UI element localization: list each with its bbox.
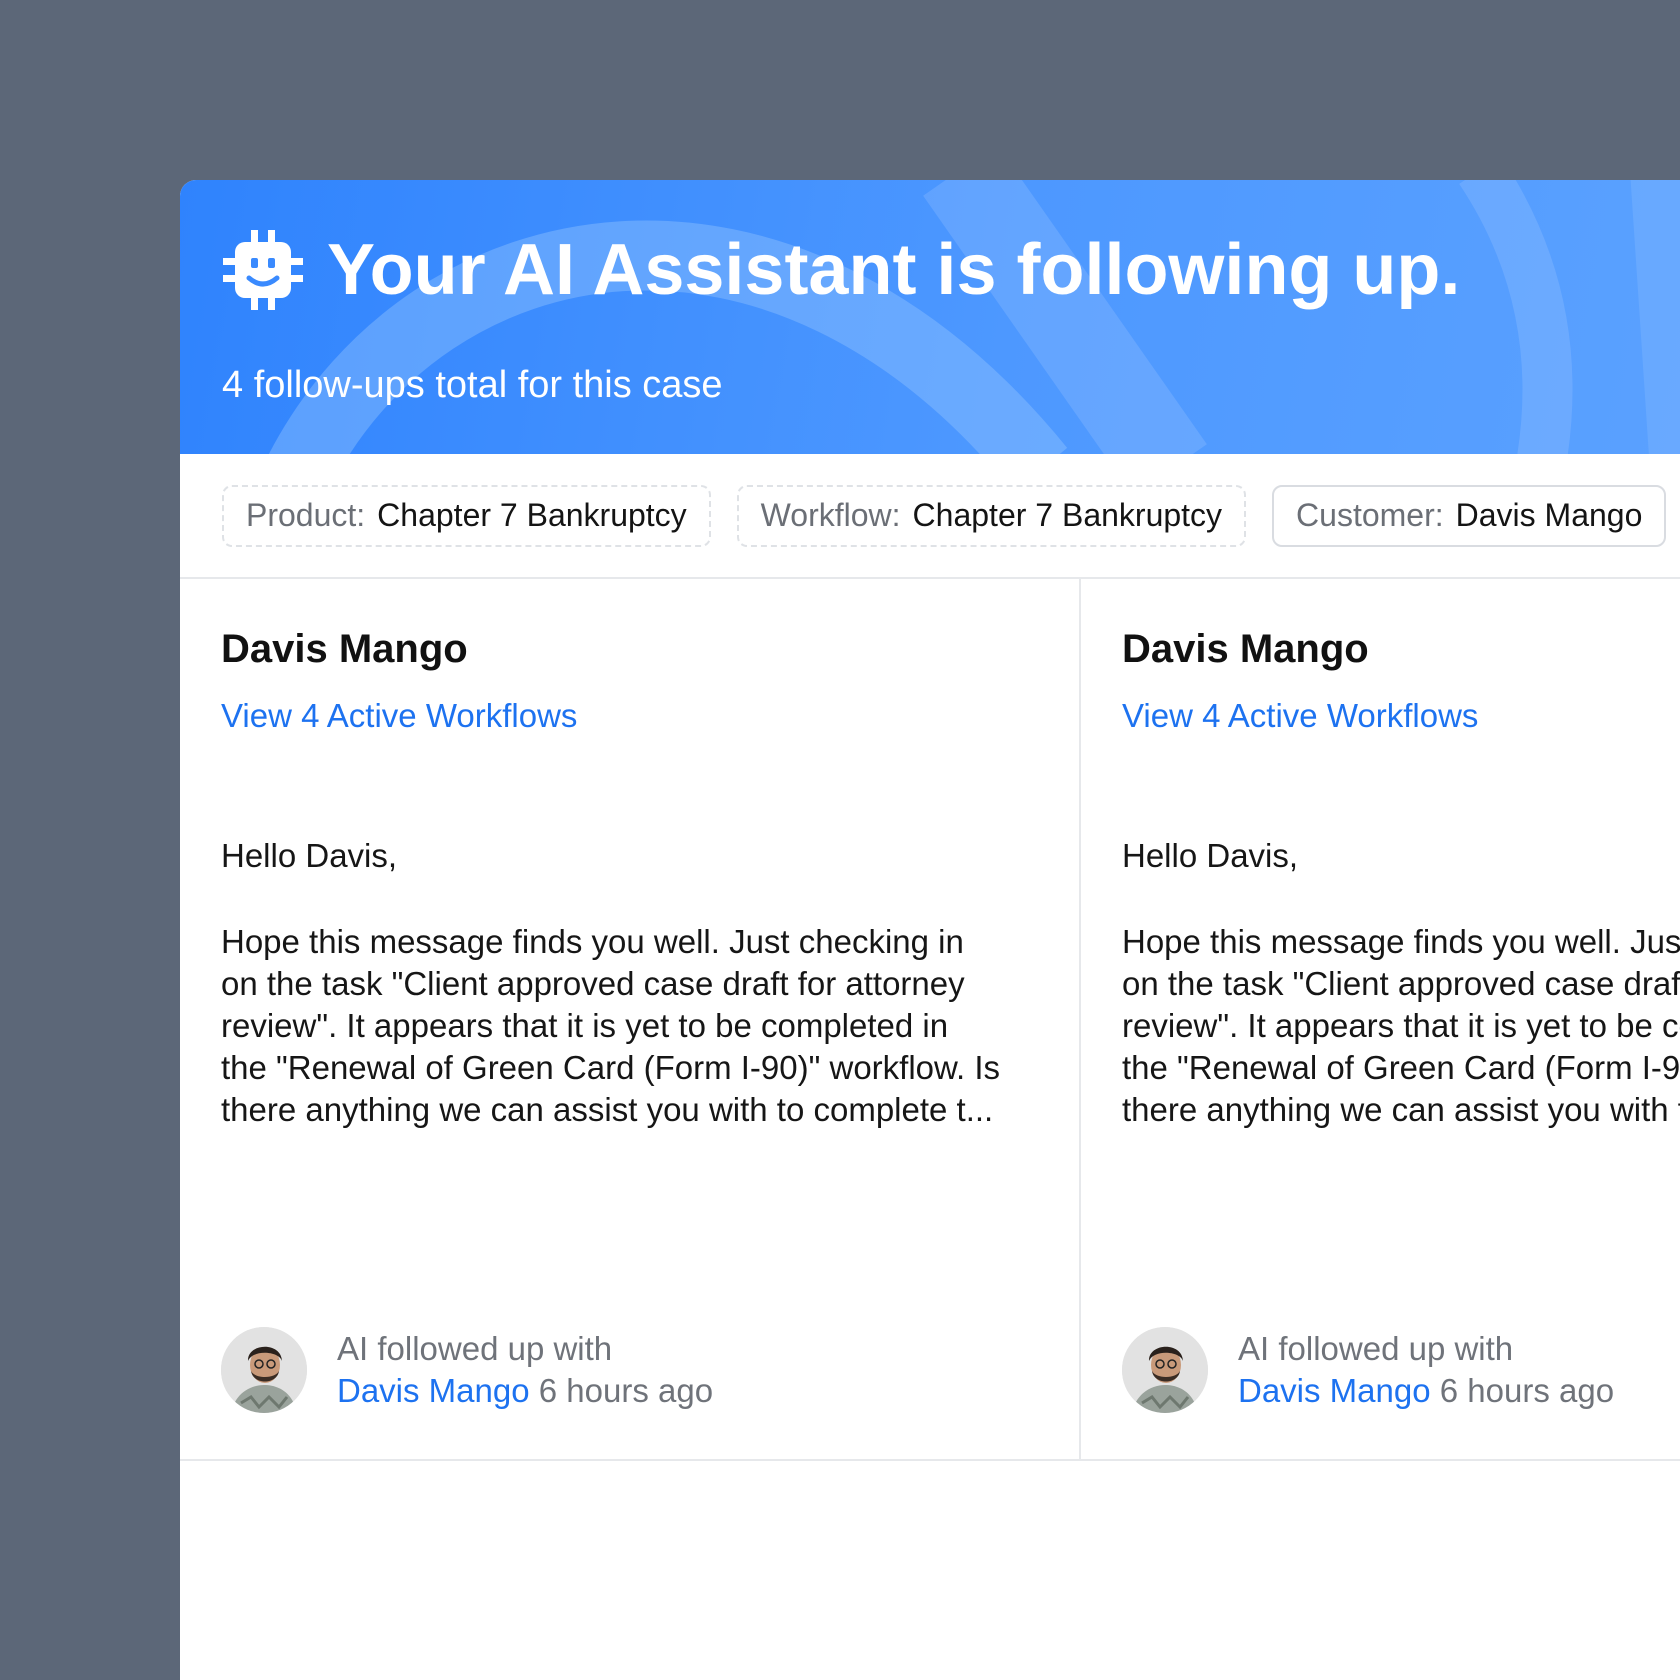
title-row: Your AI Assistant is following up. [221,228,1460,312]
message-body: Hope this message finds you well. Just c… [1122,921,1680,1131]
follow-up-prefix: AI followed up with [1238,1330,1514,1367]
message-line: on the task "Client approved case draft … [1122,965,1680,1002]
follow-up-panel: Your AI Assistant is following up. 4 fol… [180,180,1680,1680]
customer-tag-value: Davis Mango [1455,497,1643,533]
header-decoration [268,180,1680,454]
follow-up-time: 6 hours ago [1439,1372,1615,1409]
person-avatar-icon [221,1327,307,1413]
follow-up-card[interactable]: Davis Mango View 4 Active Workflows Hell… [1081,579,1680,1459]
workflow-tag-value: Chapter 7 Bankruptcy [912,497,1223,533]
message-body: Hope this message finds you well. Just c… [221,921,1031,1131]
message-line: the "Renewal of Green Card (Form I-90)" … [1122,1049,1680,1086]
workflow-tag-label: Workflow: [760,497,901,533]
product-tag-value: Chapter 7 Bankruptcy [377,497,687,533]
message-line: Hope this message finds you well. Just c… [221,923,964,960]
follow-up-time: 6 hours ago [538,1372,714,1409]
header-banner: Your AI Assistant is following up. 4 fol… [180,180,1680,454]
filter-tags-bar: Product: Chapter 7 Bankruptcy Workflow: … [180,454,1680,579]
customer-name: Davis Mango [221,627,468,671]
avatar [221,1327,307,1413]
message-greeting: Hello Davis, [221,837,398,874]
follow-up-footer: AI followed up with Davis Mango 6 hours … [1122,1327,1614,1413]
follow-up-card[interactable]: Davis Mango View 4 Active Workflows Hell… [180,579,1081,1459]
follow-up-meta: AI followed up with Davis Mango 6 hours … [337,1328,713,1412]
avatar [1122,1327,1208,1413]
follow-up-footer: AI followed up with Davis Mango 6 hours … [221,1327,713,1413]
message-greeting: Hello Davis, [1122,837,1299,874]
product-tag[interactable]: Product: Chapter 7 Bankruptcy [222,484,711,547]
follow-up-cards: Davis Mango View 4 Active Workflows Hell… [180,579,1680,1461]
customer-tag[interactable]: Customer: Davis Mango [1272,484,1667,547]
view-workflows-link[interactable]: View 4 Active Workflows [1122,697,1478,735]
message-line: the "Renewal of Green Card (Form I-90)" … [221,1049,1001,1086]
view-workflows-link[interactable]: View 4 Active Workflows [221,697,577,735]
customer-tag-label: Customer: [1296,497,1444,533]
customer-link[interactable]: Davis Mango [1238,1372,1431,1409]
product-tag-label: Product: [246,497,366,533]
page-title: Your AI Assistant is following up. [327,230,1461,310]
message-line: there anything we can assist you with to… [221,1091,994,1128]
message-line: Hope this message finds you well. Just c… [1122,923,1680,960]
message-line: on the task "Client approved case draft … [221,965,965,1002]
customer-name: Davis Mango [1122,627,1369,671]
follow-up-meta: AI followed up with Davis Mango 6 hours … [1238,1328,1614,1412]
ai-robot-chip-icon [223,230,303,310]
follow-up-prefix: AI followed up with [337,1330,613,1367]
message-line: there anything we can assist you with to… [1122,1091,1680,1128]
message-line: review". It appears that it is yet to be… [1122,1007,1680,1044]
customer-link[interactable]: Davis Mango [337,1372,530,1409]
person-avatar-icon [1122,1327,1208,1413]
workflow-tag[interactable]: Workflow: Chapter 7 Bankruptcy [736,484,1247,547]
message-line: review". It appears that it is yet to be… [221,1007,949,1044]
follow-up-count: 4 follow-ups total for this case [222,364,723,406]
